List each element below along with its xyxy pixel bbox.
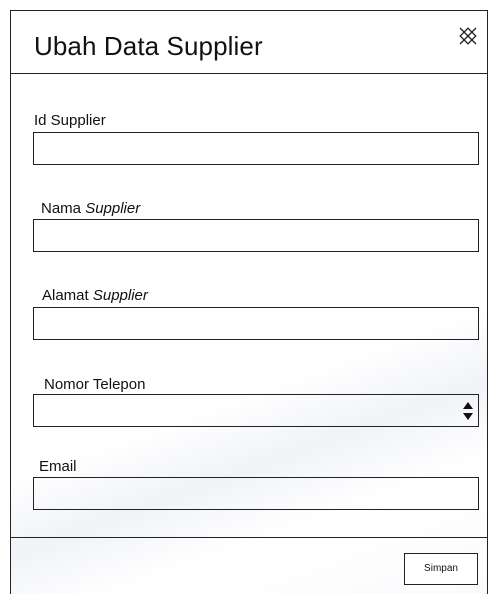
nama-supplier-label: Nama Supplier (41, 200, 140, 218)
email-input[interactable] (33, 477, 479, 510)
dialog-header: Ubah Data Supplier (11, 11, 487, 74)
close-button[interactable] (457, 25, 479, 47)
spinner-arrows-icon[interactable] (462, 401, 474, 421)
nama-supplier-label-prefix: Nama (41, 200, 86, 217)
alamat-supplier-label-em: Supplier (92, 287, 148, 304)
close-icon (459, 27, 477, 45)
email-label: Email (39, 458, 77, 475)
nama-supplier-input[interactable] (33, 219, 479, 252)
dialog-title: Ubah Data Supplier (34, 31, 263, 61)
alamat-supplier-label-prefix: Alamat (42, 287, 93, 304)
nomor-telepon-input[interactable] (33, 394, 479, 427)
footer-divider (11, 537, 487, 538)
id-supplier-input[interactable] (33, 132, 479, 165)
nama-supplier-label-em: Supplier (85, 200, 141, 217)
save-button[interactable]: Simpan (404, 553, 478, 585)
id-supplier-label: Id Supplier (34, 112, 106, 129)
edit-supplier-dialog: Ubah Data Supplier Id Supplier Nama Supp… (10, 10, 488, 594)
alamat-supplier-input[interactable] (33, 307, 479, 340)
nomor-telepon-label: Nomor Telepon (44, 376, 146, 393)
alamat-supplier-label: Alamat Supplier (42, 287, 148, 305)
